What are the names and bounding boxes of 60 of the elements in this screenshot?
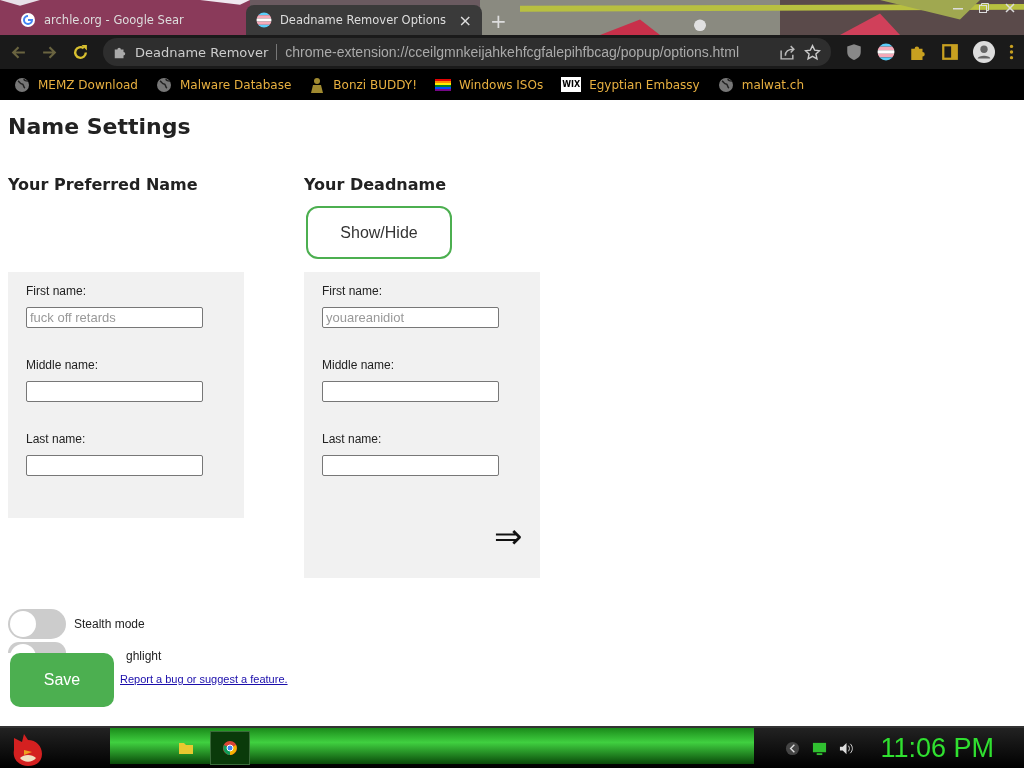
wix-logo: WIX	[561, 77, 582, 92]
page-title: Name Settings	[8, 114, 192, 139]
site-name: Deadname Remover	[135, 44, 269, 60]
input-field[interactable]: fuck off retards	[26, 307, 203, 328]
taskbar-button[interactable]	[210, 731, 250, 765]
google-icon	[20, 12, 36, 28]
browser-tab[interactable]: Deadname Remover Options ×	[246, 5, 482, 35]
flag-icon[interactable]	[877, 43, 895, 61]
toggle-switch[interactable]	[8, 609, 66, 639]
sidebar-icon[interactable]	[941, 43, 959, 61]
rainbow-flag-icon	[434, 76, 451, 93]
bookmark[interactable]: Windows ISOs	[434, 76, 544, 93]
field-label: Last name:	[322, 432, 383, 446]
toggle-label: ghlight	[126, 649, 162, 663]
flag-icon	[256, 12, 272, 28]
field-label: First name:	[26, 284, 87, 298]
field-label: Middle name:	[322, 358, 396, 372]
toggle-label: Stealth mode	[74, 617, 145, 631]
chevron-icon[interactable]	[785, 740, 801, 756]
globe-icon	[717, 76, 734, 93]
globe-icon	[14, 76, 30, 93]
speaker-icon[interactable]	[839, 740, 855, 756]
tab-title: Deadname Remover Options	[280, 13, 447, 27]
folder-icon[interactable]	[178, 740, 194, 756]
monitor-icon[interactable]	[812, 740, 828, 756]
share-icon[interactable]	[779, 43, 796, 61]
chrome-icon	[222, 740, 238, 756]
show-hide-button[interactable]: Show/Hide	[306, 206, 452, 259]
figure-icon	[309, 76, 326, 93]
address-bar[interactable]: Deadname Remover chrome-extension://cceilgmnkeijahkehfcgfalepihfbcag/popup/options.html	[103, 38, 831, 66]
close-icon[interactable]	[1004, 2, 1016, 14]
bookmark[interactable]: Bonzi BUDDY!	[309, 76, 417, 93]
bookmark[interactable]: Malware Database	[156, 76, 292, 93]
bookmark[interactable]: MEMZ Download	[14, 76, 138, 93]
menu-icon[interactable]	[1009, 43, 1014, 61]
globe-icon	[156, 76, 172, 93]
clock: 11:06 PM	[880, 732, 994, 764]
reload-icon[interactable]	[72, 43, 89, 61]
avatar-icon[interactable]	[973, 41, 995, 63]
column-heading: Your Preferred Name	[8, 175, 199, 196]
input-field[interactable]	[322, 455, 499, 476]
input-field[interactable]	[26, 381, 203, 402]
tab-title: archle.org - Google Sear	[44, 13, 185, 27]
report-link[interactable]: Report a bug or suggest a feature.	[120, 673, 288, 685]
puzzle-icon	[113, 45, 127, 59]
field-label: Last name:	[26, 432, 87, 446]
close-icon[interactable]: ×	[458, 10, 472, 30]
restore-icon[interactable]	[978, 2, 990, 14]
field-label: Middle name:	[26, 358, 100, 372]
column-heading: Your Deadname	[304, 175, 448, 196]
arrow-icon[interactable]: ⇒	[494, 519, 522, 553]
shield-icon[interactable]	[845, 43, 863, 61]
bookmark[interactable]: WIX Egyptian Embassy	[561, 77, 700, 92]
field-label: First name:	[322, 284, 383, 298]
bookmark[interactable]: malwat.ch	[717, 76, 804, 93]
input-field[interactable]	[322, 381, 499, 402]
url-text: chrome-extension://cceilgmnkeijahkehfcgfalepihfbcag/popup/options.html	[285, 44, 741, 60]
input-field[interactable]: youareanidiot	[322, 307, 499, 328]
star-icon[interactable]	[804, 43, 821, 61]
input-field[interactable]	[26, 455, 203, 476]
